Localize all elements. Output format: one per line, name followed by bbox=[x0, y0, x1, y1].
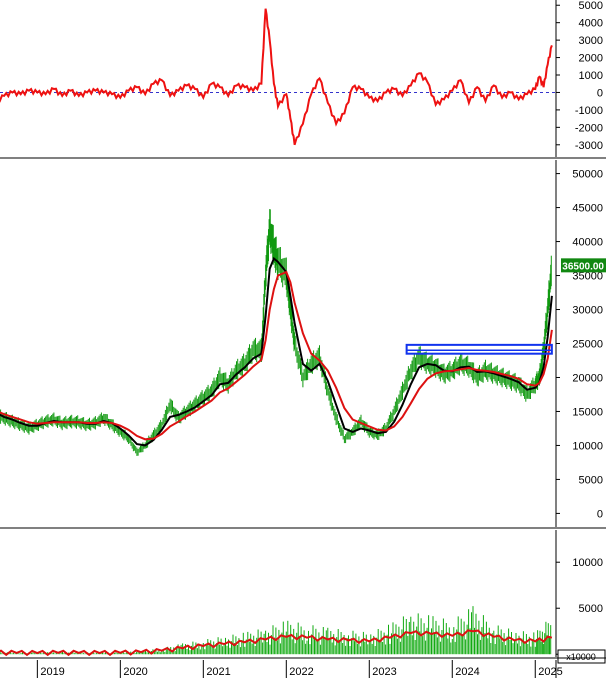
osc-tick-label-7: 4000 bbox=[579, 18, 603, 30]
vol-tick-label-2: 10000 bbox=[572, 557, 603, 569]
osc-tick-label-3: 0 bbox=[597, 87, 603, 99]
osc-tick-label-5: 2000 bbox=[579, 53, 603, 65]
vol-tick-label-1: 5000 bbox=[579, 603, 603, 615]
price-tick-label-5: 25000 bbox=[572, 339, 603, 351]
time-tick-label-5: 2024 bbox=[455, 666, 479, 678]
price-tick-label-9: 45000 bbox=[572, 203, 603, 215]
price-tick-label-2: 10000 bbox=[572, 440, 603, 452]
time-tick-label-3: 2022 bbox=[289, 666, 313, 678]
osc-tick-label-8: 5000 bbox=[579, 0, 603, 12]
price-tick-label-3: 15000 bbox=[572, 406, 603, 418]
osc-tick-label-0: -3000 bbox=[575, 140, 603, 152]
price-tick-label-10: 50000 bbox=[572, 169, 603, 181]
time-tick-label-1: 2020 bbox=[123, 666, 147, 678]
price-tick-label-1: 5000 bbox=[579, 474, 603, 486]
volume-scale-label: x10000 bbox=[566, 652, 596, 662]
osc-tick-label-1: -2000 bbox=[575, 122, 603, 134]
osc-tick-label-6: 3000 bbox=[579, 35, 603, 47]
price-tick-label-8: 40000 bbox=[572, 237, 603, 249]
time-tick-label-2: 2021 bbox=[206, 666, 230, 678]
time-tick-label-6: 2025 bbox=[538, 666, 562, 678]
price-tick-label-6: 30000 bbox=[572, 305, 603, 317]
osc-tick-label-4: 1000 bbox=[579, 70, 603, 82]
chart-background bbox=[0, 0, 606, 678]
time-tick-label-0: 2019 bbox=[40, 666, 64, 678]
time-tick-label-4: 2023 bbox=[372, 666, 396, 678]
stock-chart: -3000 -2000 -1000 0 1000 2000 3000 4000 5000 0 50… bbox=[0, 0, 606, 678]
price-tick-label-0: 0 bbox=[597, 508, 603, 520]
last-price-label: 36500.00 bbox=[562, 261, 604, 272]
price-tick-label-4: 20000 bbox=[572, 372, 603, 384]
osc-tick-label-2: -1000 bbox=[575, 105, 603, 117]
